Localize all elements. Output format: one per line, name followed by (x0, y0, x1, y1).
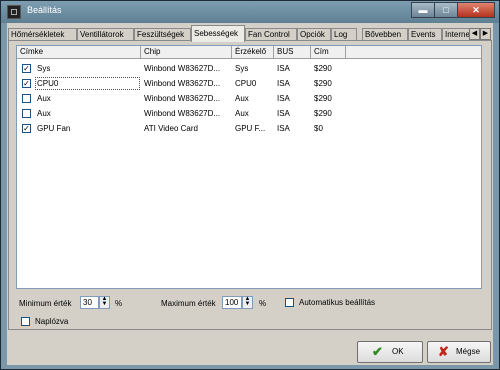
min-value-label: Minimum érték (19, 299, 72, 308)
auto-adjust-label[interactable]: Automatikus beállítás (299, 298, 375, 307)
row-bus: ISA (277, 94, 290, 103)
column-header-bus[interactable]: BUS (274, 46, 311, 59)
row-address: $290 (314, 109, 332, 118)
table-row[interactable]: Aux Winbond W83627D... Aux ISA $290 (17, 91, 481, 106)
row-checkbox[interactable]: ✓ (22, 124, 31, 133)
checkmark-icon: ✓ (23, 64, 30, 73)
minimize-icon: ▬ (418, 5, 428, 15)
speeds-panel: Címke Chip Érzékelő BUS Cím ✓ Sys Winbon… (8, 40, 492, 330)
tab-scroll-left-icon[interactable]: ◀ (469, 28, 480, 40)
column-header-label[interactable]: Címke (17, 46, 141, 59)
logging-label[interactable]: Naplózva (35, 317, 68, 326)
row-chip: Winbond W83627D... (144, 64, 221, 73)
table-row[interactable]: ✓ CPU0 Winbond W83627D... CPU0 ISA $290 (17, 76, 481, 91)
row-chip: ATI Video Card (144, 124, 198, 133)
spin-up-down-icon: ▲ ▼ (101, 296, 108, 307)
ok-button[interactable]: ✔ OK (357, 341, 423, 363)
row-address: $290 (314, 79, 332, 88)
row-label: GPU Fan (37, 124, 71, 133)
row-bus: ISA (277, 79, 290, 88)
window-title: Beállítás (27, 5, 62, 15)
tab-sebessegek[interactable]: Sebességek (191, 25, 245, 42)
column-header-address[interactable]: Cím (311, 46, 346, 59)
max-unit-label: % (259, 299, 267, 308)
dialog-client: Hőmérsékletek Ventillátorok Feszültségek… (7, 23, 493, 365)
min-value-input[interactable] (80, 296, 99, 309)
row-chip: Winbond W83627D... (144, 94, 221, 103)
row-checkbox[interactable]: ✓ (22, 79, 31, 88)
app-icon (7, 5, 21, 19)
checkmark-icon: ✓ (23, 79, 30, 88)
row-label: Sys (37, 64, 51, 73)
row-sensor: CPU0 (235, 79, 257, 88)
close-button[interactable]: ✕ (457, 2, 495, 18)
row-address: $0 (314, 124, 323, 133)
logging-checkbox[interactable] (21, 317, 30, 326)
auto-adjust-checkbox[interactable] (285, 298, 294, 307)
row-bus: ISA (277, 124, 290, 133)
table-row[interactable]: ✓ Sys Winbond W83627D... Sys ISA $290 (17, 61, 481, 76)
row-sensor: GPU F... (235, 124, 266, 133)
row-checkbox[interactable] (22, 94, 31, 103)
max-value-input[interactable] (222, 296, 242, 309)
cancel-button-label: Mégse (456, 347, 481, 356)
row-address: $290 (314, 64, 332, 73)
max-value-spinner[interactable]: ▲ ▼ (242, 296, 253, 309)
checkmark-icon: ✓ (23, 124, 30, 133)
list-header: Címke Chip Érzékelő BUS Cím (17, 46, 481, 59)
column-header-chip[interactable]: Chip (141, 46, 232, 59)
tab-scroll-right-icon[interactable]: ▶ (480, 28, 491, 40)
maximize-icon: □ (443, 5, 449, 15)
table-row[interactable]: ✓ GPU Fan ATI Video Card GPU F... ISA $0 (17, 121, 481, 136)
row-checkbox[interactable]: ✓ (22, 64, 31, 73)
x-icon: ✘ (438, 344, 449, 359)
row-label: Aux (37, 94, 51, 103)
title-bar[interactable]: Beállítás ▬ □ ✕ (1, 1, 499, 23)
close-icon: ✕ (472, 5, 480, 15)
row-bus: ISA (277, 109, 290, 118)
check-icon: ✔ (372, 344, 383, 359)
row-label: Aux (37, 109, 51, 118)
max-value-label: Maximum érték (161, 299, 216, 308)
cancel-button[interactable]: ✘ Mégse (427, 341, 491, 363)
column-header-sensor[interactable]: Érzékelő (232, 46, 274, 59)
row-sensor: Sys (235, 64, 249, 73)
fan-list[interactable]: Címke Chip Érzékelő BUS Cím ✓ Sys Winbon… (16, 45, 482, 289)
minimize-button[interactable]: ▬ (411, 2, 435, 18)
tab-scroll: ◀ ▶ (469, 28, 491, 40)
row-label: CPU0 (34, 76, 141, 91)
row-chip: Winbond W83627D... (144, 109, 221, 118)
ok-button-label: OK (392, 347, 404, 356)
maximize-button[interactable]: □ (434, 2, 458, 18)
min-unit-label: % (115, 299, 123, 308)
row-address: $290 (314, 94, 332, 103)
row-sensor: Aux (235, 109, 249, 118)
column-header-filler (346, 46, 481, 59)
settings-window: Beállítás ▬ □ ✕ Hőmérsékletek Ventilláto… (0, 0, 500, 370)
row-bus: ISA (277, 64, 290, 73)
spin-up-down-icon: ▲ ▼ (244, 296, 251, 307)
tab-strip: Hőmérsékletek Ventillátorok Feszültségek… (7, 25, 493, 42)
row-sensor: Aux (235, 94, 249, 103)
row-checkbox[interactable] (22, 109, 31, 118)
min-value-spinner[interactable]: ▲ ▼ (99, 296, 110, 309)
table-row[interactable]: Aux Winbond W83627D... Aux ISA $290 (17, 106, 481, 121)
row-chip: Winbond W83627D... (144, 79, 221, 88)
